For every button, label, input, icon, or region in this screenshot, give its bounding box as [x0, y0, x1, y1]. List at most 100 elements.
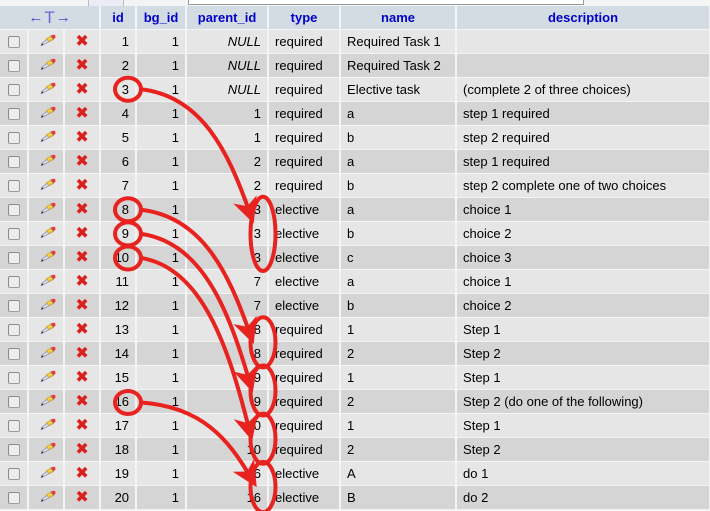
row-checkbox[interactable]	[7, 396, 20, 409]
row-checkbox[interactable]	[7, 60, 20, 73]
row-checkbox[interactable]	[7, 156, 20, 169]
row-delete-cell[interactable]: ✖	[64, 389, 102, 414]
row-edit-cell[interactable]	[28, 389, 65, 414]
row-delete-cell[interactable]: ✖	[64, 77, 102, 102]
row-delete-cell[interactable]: ✖	[64, 317, 102, 342]
row-select-cell[interactable]	[0, 413, 29, 438]
row-checkbox[interactable]	[7, 132, 20, 145]
row-edit-cell[interactable]	[28, 125, 65, 150]
row-edit-cell[interactable]	[28, 77, 65, 102]
red-x-icon[interactable]: ✖	[75, 321, 88, 337]
row-delete-cell[interactable]: ✖	[64, 197, 102, 222]
red-x-icon[interactable]: ✖	[75, 489, 88, 505]
pencil-icon[interactable]	[37, 394, 56, 409]
row-checkbox[interactable]	[7, 372, 20, 385]
row-checkbox[interactable]	[7, 228, 20, 241]
sort-right-arrow-icon[interactable]: →	[56, 10, 71, 25]
table-row[interactable]: ✖ 1 1 NULL required Required Task 1	[0, 29, 710, 54]
row-select-cell[interactable]	[0, 389, 29, 414]
partial-text-field-stub[interactable]	[188, 0, 584, 5]
table-row[interactable]: ✖ 10 1 3 elective c choice 3	[0, 245, 710, 270]
row-select-cell[interactable]	[0, 485, 29, 510]
row-select-cell[interactable]	[0, 149, 29, 174]
row-delete-cell[interactable]: ✖	[64, 365, 102, 390]
row-delete-cell[interactable]: ✖	[64, 485, 102, 510]
pencil-icon[interactable]	[37, 298, 56, 313]
row-select-cell[interactable]	[0, 293, 29, 318]
red-x-icon[interactable]: ✖	[75, 177, 88, 193]
row-delete-cell[interactable]: ✖	[64, 245, 102, 270]
table-row[interactable]: ✖ 8 1 3 elective a choice 1	[0, 197, 710, 222]
red-x-icon[interactable]: ✖	[75, 249, 88, 265]
row-edit-cell[interactable]	[28, 221, 65, 246]
row-checkbox[interactable]	[7, 444, 20, 457]
table-row[interactable]: ✖ 3 1 NULL required Elective task (complete 2 …	[0, 77, 710, 102]
row-edit-cell[interactable]	[28, 317, 65, 342]
row-select-cell[interactable]	[0, 173, 29, 198]
row-select-cell[interactable]	[0, 437, 29, 462]
table-row[interactable]: ✖ 9 1 3 elective b choice 2	[0, 221, 710, 246]
sort-tee-icon[interactable]: T	[44, 9, 54, 26]
column-header-description[interactable]: description	[456, 6, 710, 30]
pencil-icon[interactable]	[37, 34, 56, 49]
row-select-cell[interactable]	[0, 269, 29, 294]
red-x-icon[interactable]: ✖	[75, 441, 88, 457]
row-checkbox[interactable]	[7, 420, 20, 433]
row-select-cell[interactable]	[0, 341, 29, 366]
row-select-cell[interactable]	[0, 197, 29, 222]
table-row[interactable]: ✖ 7 1 2 required b step 2 complete one of two …	[0, 173, 710, 198]
row-select-cell[interactable]	[0, 29, 29, 54]
pencil-icon[interactable]	[37, 130, 56, 145]
row-delete-cell[interactable]: ✖	[64, 437, 102, 462]
table-row[interactable]: ✖ 2 1 NULL required Required Task 2	[0, 53, 710, 78]
row-delete-cell[interactable]: ✖	[64, 461, 102, 486]
row-delete-cell[interactable]: ✖	[64, 29, 102, 54]
row-edit-cell[interactable]	[28, 149, 65, 174]
row-checkbox[interactable]	[7, 324, 20, 337]
table-row[interactable]: ✖ 4 1 1 required a step 1 required	[0, 101, 710, 126]
pencil-icon[interactable]	[37, 154, 56, 169]
table-row[interactable]: ✖ 16 1 9 required 2 Step 2 (do one of the foll…	[0, 389, 710, 414]
row-checkbox[interactable]	[7, 492, 20, 505]
row-select-cell[interactable]	[0, 365, 29, 390]
row-delete-cell[interactable]: ✖	[64, 269, 102, 294]
row-select-cell[interactable]	[0, 317, 29, 342]
column-header-type[interactable]: type	[268, 6, 342, 30]
table-row[interactable]: ✖ 15 1 9 required 1 Step 1	[0, 365, 710, 390]
column-header-name[interactable]: name	[340, 6, 458, 30]
pencil-icon[interactable]	[37, 178, 56, 193]
row-edit-cell[interactable]	[28, 269, 65, 294]
pencil-icon[interactable]	[37, 58, 56, 73]
row-edit-cell[interactable]	[28, 173, 65, 198]
red-x-icon[interactable]: ✖	[75, 465, 88, 481]
red-x-icon[interactable]: ✖	[75, 369, 88, 385]
sort-direction-header[interactable]: ← T →	[0, 6, 102, 30]
table-row[interactable]: ✖ 11 1 7 elective a choice 1	[0, 269, 710, 294]
row-delete-cell[interactable]: ✖	[64, 149, 102, 174]
row-delete-cell[interactable]: ✖	[64, 293, 102, 318]
red-x-icon[interactable]: ✖	[75, 57, 88, 73]
row-edit-cell[interactable]	[28, 53, 65, 78]
row-delete-cell[interactable]: ✖	[64, 341, 102, 366]
column-header-id[interactable]: id	[100, 6, 138, 30]
row-delete-cell[interactable]: ✖	[64, 221, 102, 246]
table-row[interactable]: ✖ 14 1 8 required 2 Step 2	[0, 341, 710, 366]
pencil-icon[interactable]	[37, 202, 56, 217]
row-edit-cell[interactable]	[28, 197, 65, 222]
pencil-icon[interactable]	[37, 490, 56, 505]
row-checkbox[interactable]	[7, 108, 20, 121]
red-x-icon[interactable]: ✖	[75, 225, 88, 241]
row-edit-cell[interactable]	[28, 365, 65, 390]
row-checkbox[interactable]	[7, 276, 20, 289]
pencil-icon[interactable]	[37, 250, 56, 265]
red-x-icon[interactable]: ✖	[75, 33, 88, 49]
row-delete-cell[interactable]: ✖	[64, 413, 102, 438]
red-x-icon[interactable]: ✖	[75, 129, 88, 145]
row-select-cell[interactable]	[0, 125, 29, 150]
row-select-cell[interactable]	[0, 461, 29, 486]
red-x-icon[interactable]: ✖	[75, 105, 88, 121]
row-select-cell[interactable]	[0, 245, 29, 270]
row-checkbox[interactable]	[7, 204, 20, 217]
row-edit-cell[interactable]	[28, 29, 65, 54]
table-row[interactable]: ✖ 18 1 10 required 2 Step 2	[0, 437, 710, 462]
